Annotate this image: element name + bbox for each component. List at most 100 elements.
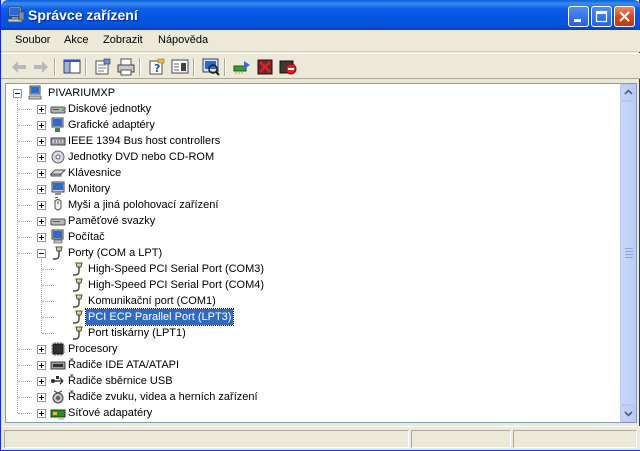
expand-button[interactable] [37,409,46,418]
tree-line [42,333,54,334]
scroll-down-button[interactable] [620,405,636,422]
expand-button[interactable] [37,121,46,130]
vertical-scrollbar[interactable] [620,84,636,422]
tree-line [18,157,32,158]
collapse-root-button[interactable] [13,89,22,98]
port-icon [73,326,83,340]
port-icon [73,310,83,324]
minimize-button[interactable] [568,6,589,27]
tree-item-label: Myši a jiná polohovací zařízení [68,199,219,211]
scroll-up-icon [624,89,633,95]
computer-icon [51,229,64,244]
update-driver-icon[interactable] [232,57,252,77]
scroll-up-button[interactable] [620,84,636,101]
svg-text:?: ? [154,62,160,75]
expand-button[interactable] [37,185,46,194]
mouse-icon [54,197,62,211]
tree-line [18,221,32,222]
storage-volume-icon [50,218,66,226]
toolbar-separator [54,58,56,76]
tree-item-label: High-Speed PCI Serial Port (COM4) [88,279,265,291]
help-icon[interactable]: ? [147,57,167,77]
console-view-icon[interactable] [170,57,190,77]
menu-soubor[interactable]: Soubor [15,34,50,46]
tree-line [18,237,32,238]
expand-button[interactable] [37,137,46,146]
tree-item-label: Klávesnice [68,167,122,179]
device-tree-pane: PIVARIUMXP Diskové jednotky Grafické adap… [5,83,637,423]
window-title: Správce zařízení [28,7,138,23]
properties-icon[interactable] [93,57,113,77]
tree-root-label[interactable]: PIVARIUMXP [46,85,117,101]
title-bar[interactable]: Správce zařízení [1,0,640,30]
show-hide-console-tree-icon[interactable] [62,57,82,77]
tree-line [42,317,54,318]
back-arrow-icon[interactable] [9,57,29,77]
uninstall-icon[interactable] [255,57,275,77]
keyboard-icon [50,169,66,177]
port-icon [73,278,83,292]
sound-icon [52,390,64,404]
scan-hardware-icon[interactable] [201,57,221,77]
tree-item-label: Řadiče zvuku, videa a herních zařízení [68,391,258,403]
port-icon [73,294,83,308]
status-cell-2 [411,430,511,448]
display-adapter-icon [51,117,64,132]
tree-line [41,259,42,333]
expand-button[interactable] [37,361,46,370]
tree-item-label: Monitory [68,183,111,195]
expand-button[interactable] [37,153,46,162]
scroll-grip [625,248,633,249]
scroll-grip [625,254,633,255]
menu-napoveda[interactable]: Nápověda [158,34,208,46]
toolbar-separator [224,58,226,76]
scroll-down-icon [624,411,633,417]
expand-button[interactable] [37,377,46,386]
tree-item-label: Grafické adaptéry [68,119,155,131]
tree-item-label: Řadiče sběrnice USB [68,375,173,387]
scroll-grip [625,257,633,258]
expand-button[interactable] [37,201,46,210]
tree-item-label: Řadiče IDE ATA/ATAPI [68,359,180,371]
device-tree[interactable]: PIVARIUMXP Diskové jednotky Grafické adap… [6,84,620,422]
tree-line [18,125,32,126]
disk-drive-icon [50,106,66,114]
menu-akce[interactable]: Akce [64,34,88,46]
tree-line [42,301,54,302]
expand-button[interactable] [37,217,46,226]
collapse-button[interactable] [37,249,46,258]
tree-item-label: Počítač [68,231,105,243]
expand-button[interactable] [37,233,46,242]
status-cell-3 [513,430,637,448]
expand-button[interactable] [37,345,46,354]
tree-line [42,285,54,286]
tree-item-label: Porty (COM a LPT) [68,247,163,259]
network-adapter-icon [50,409,66,420]
tree-line [18,141,32,142]
tree-line [18,253,32,254]
scroll-thumb[interactable] [620,101,636,405]
tree-item-label: Procesory [68,343,118,355]
port-icon [53,246,63,260]
tree-line [42,269,54,270]
disable-device-icon[interactable] [278,57,298,77]
tree-line [18,349,32,350]
expand-button[interactable] [37,393,46,402]
forward-arrow-icon[interactable] [31,57,51,77]
close-button[interactable] [614,6,635,27]
expand-button[interactable] [37,105,46,114]
tree-line [18,397,32,398]
tree-line [18,205,32,206]
toolbar-separator [85,58,87,76]
maximize-button[interactable] [591,6,612,27]
computer-icon [28,85,42,100]
menu-zobrazit[interactable]: Zobrazit [103,34,143,46]
tree-line [18,173,32,174]
status-cell-main [4,430,409,448]
toolbar: ? [1,53,640,79]
print-icon[interactable] [116,57,136,77]
minimize-icon [574,19,581,22]
tree-line [18,381,32,382]
tree-line [18,365,32,366]
expand-button[interactable] [37,169,46,178]
